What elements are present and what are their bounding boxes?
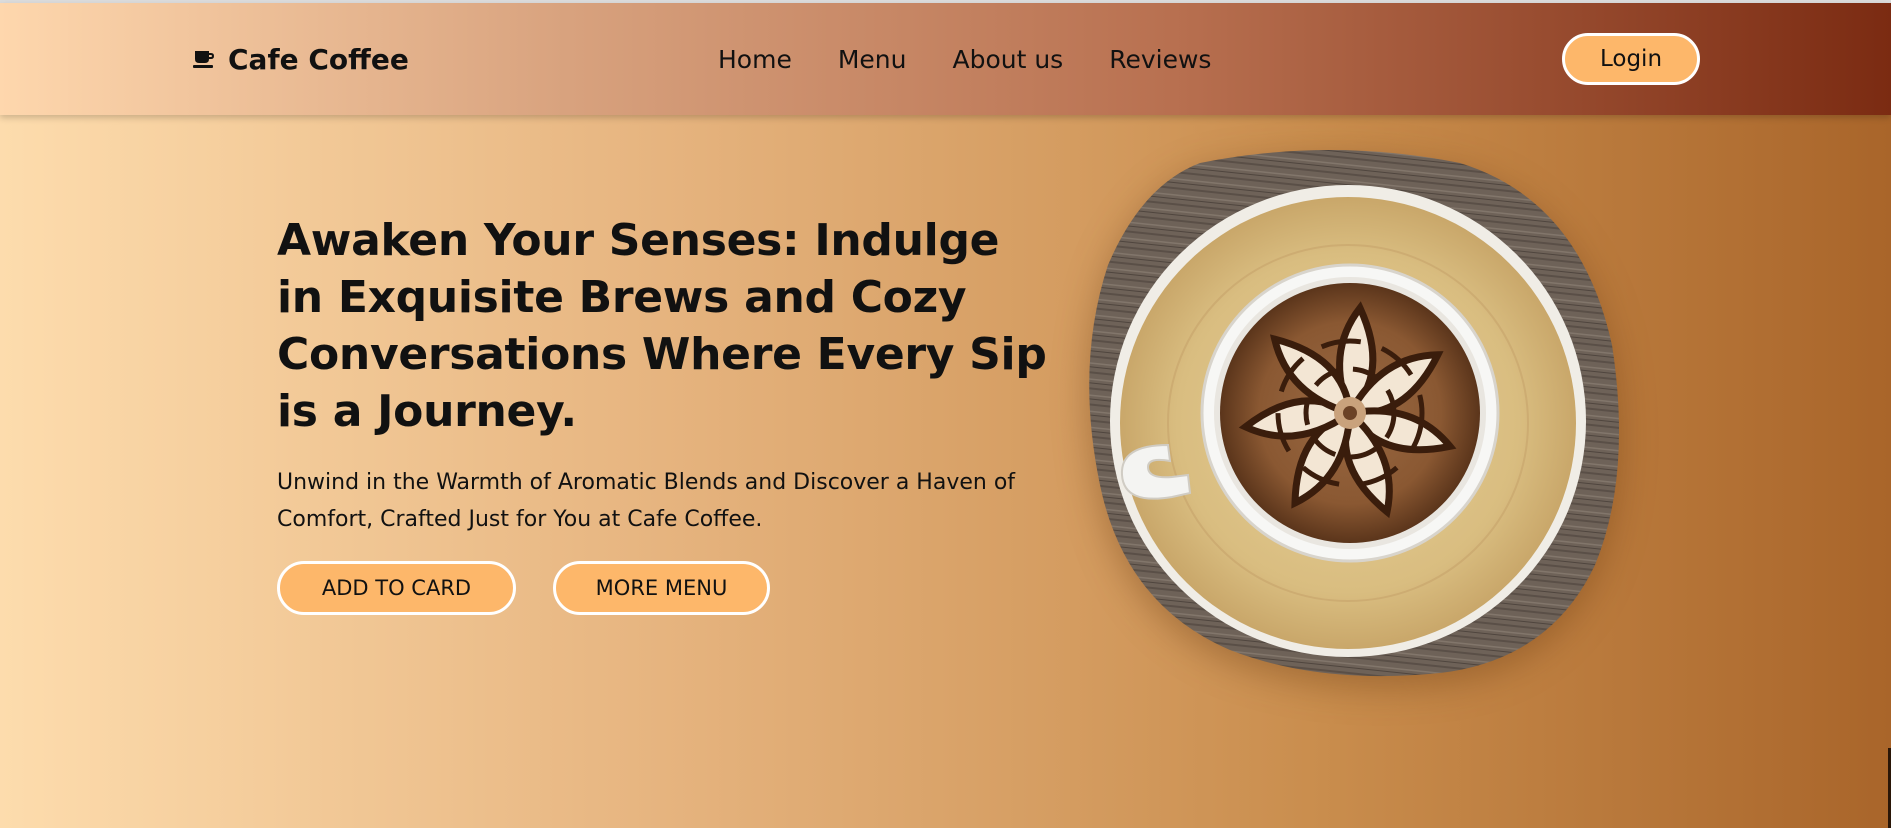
coffee-cup-icon (193, 51, 214, 68)
coffee-cup-image (1089, 150, 1620, 677)
brand-logo[interactable]: Cafe Coffee (192, 41, 409, 77)
nav-link-reviews[interactable]: Reviews (1109, 45, 1211, 74)
hero-title: Awaken Your Senses: Indulge in Exquisite… (277, 215, 1047, 437)
brand-name: Cafe Coffee (228, 42, 409, 76)
add-to-card-button[interactable]: ADD TO CARD (277, 561, 516, 615)
login-button[interactable]: Login (1562, 33, 1700, 85)
nav-link-home[interactable]: Home (718, 45, 792, 74)
hero-buttons: ADD TO CARD MORE MENU (277, 561, 770, 615)
nav-link-menu[interactable]: Menu (838, 45, 907, 74)
hero-subtitle: Unwind in the Warmth of Aromatic Blends … (277, 470, 1016, 532)
nav-link-about-us[interactable]: About us (952, 45, 1063, 74)
nav-links: Home Menu About us Reviews (718, 41, 1211, 77)
navbar: Cafe Coffee Home Menu About us Reviews L… (0, 3, 1891, 115)
more-menu-button[interactable]: MORE MENU (553, 561, 770, 615)
